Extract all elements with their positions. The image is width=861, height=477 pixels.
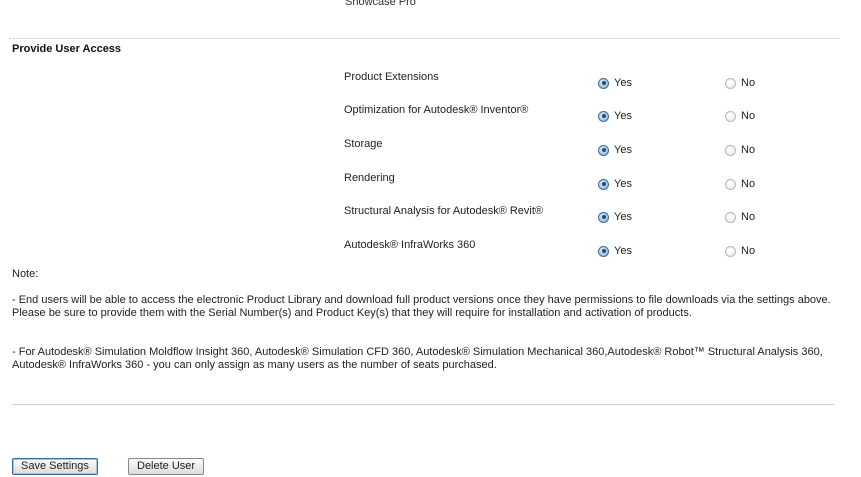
radio-no[interactable] [725,211,736,223]
no-option[interactable]: No [725,110,755,122]
no-label: No [741,144,756,156]
section-divider [9,38,839,39]
access-row-structural-analysis-revit: Structural Analysis for Autodesk® Revit®… [0,205,861,227]
yes-option[interactable]: Yes [598,144,632,156]
yes-option[interactable]: Yes [598,178,632,190]
yes-label: Yes [614,77,632,89]
yes-option[interactable]: Yes [598,77,632,89]
no-label: No [741,77,756,89]
access-row-storage: Storage Yes No [0,138,861,160]
access-row-optimization-inventor: Optimization for Autodesk® Inventor® Yes… [0,104,861,126]
no-label: No [741,178,756,190]
no-option[interactable]: No [725,245,755,257]
product-label: Rendering [344,172,395,184]
yes-option[interactable]: Yes [598,211,632,223]
yes-label: Yes [614,245,632,257]
radio-no[interactable] [725,144,736,156]
radio-yes-selected[interactable] [598,245,609,257]
no-label: No [741,245,756,257]
footer-divider [12,404,834,405]
truncated-product-label: Showcase Pro [345,0,416,20]
radio-yes-selected[interactable] [598,178,609,190]
no-option[interactable]: No [725,178,755,190]
yes-label: Yes [614,211,632,223]
truncated-product-text: Showcase Pro [345,0,416,8]
note-paragraph-seat-limits: - For Autodesk® Simulation Moldflow Insi… [12,346,823,371]
radio-yes-selected[interactable] [598,77,609,89]
product-label: Storage [344,138,383,150]
delete-user-button[interactable]: Delete User [128,458,205,475]
yes-label: Yes [614,110,632,122]
yes-label: Yes [614,144,632,156]
radio-no[interactable] [725,110,736,122]
access-row-infraworks-360: Autodesk® InfraWorks 360 Yes No [0,239,861,261]
radio-yes-selected[interactable] [598,144,609,156]
product-label: Structural Analysis for Autodesk® Revit® [344,205,544,217]
no-label: No [741,110,756,122]
note-paragraph-downloads: - End users will be able to access the e… [12,294,831,319]
no-label: No [741,211,756,223]
no-option[interactable]: No [725,211,755,223]
product-label: Optimization for Autodesk® Inventor® [344,104,529,116]
no-option[interactable]: No [725,144,755,156]
note-heading: Note: [12,268,39,280]
radio-no[interactable] [725,77,736,89]
radio-no[interactable] [725,178,736,190]
yes-option[interactable]: Yes [598,110,632,122]
product-label: Autodesk® InfraWorks 360 [344,239,476,251]
yes-label: Yes [614,178,632,190]
radio-yes-selected[interactable] [598,110,609,122]
section-title: Provide User Access [12,43,122,55]
no-option[interactable]: No [725,77,755,89]
save-settings-button[interactable]: Save Settings [12,458,98,475]
access-row-rendering: Rendering Yes No [0,172,861,194]
access-row-product-extensions: Product Extensions Yes No [0,71,861,93]
radio-yes-selected[interactable] [598,211,609,223]
product-label: Product Extensions [344,71,439,83]
yes-option[interactable]: Yes [598,245,632,257]
radio-no[interactable] [725,245,736,257]
